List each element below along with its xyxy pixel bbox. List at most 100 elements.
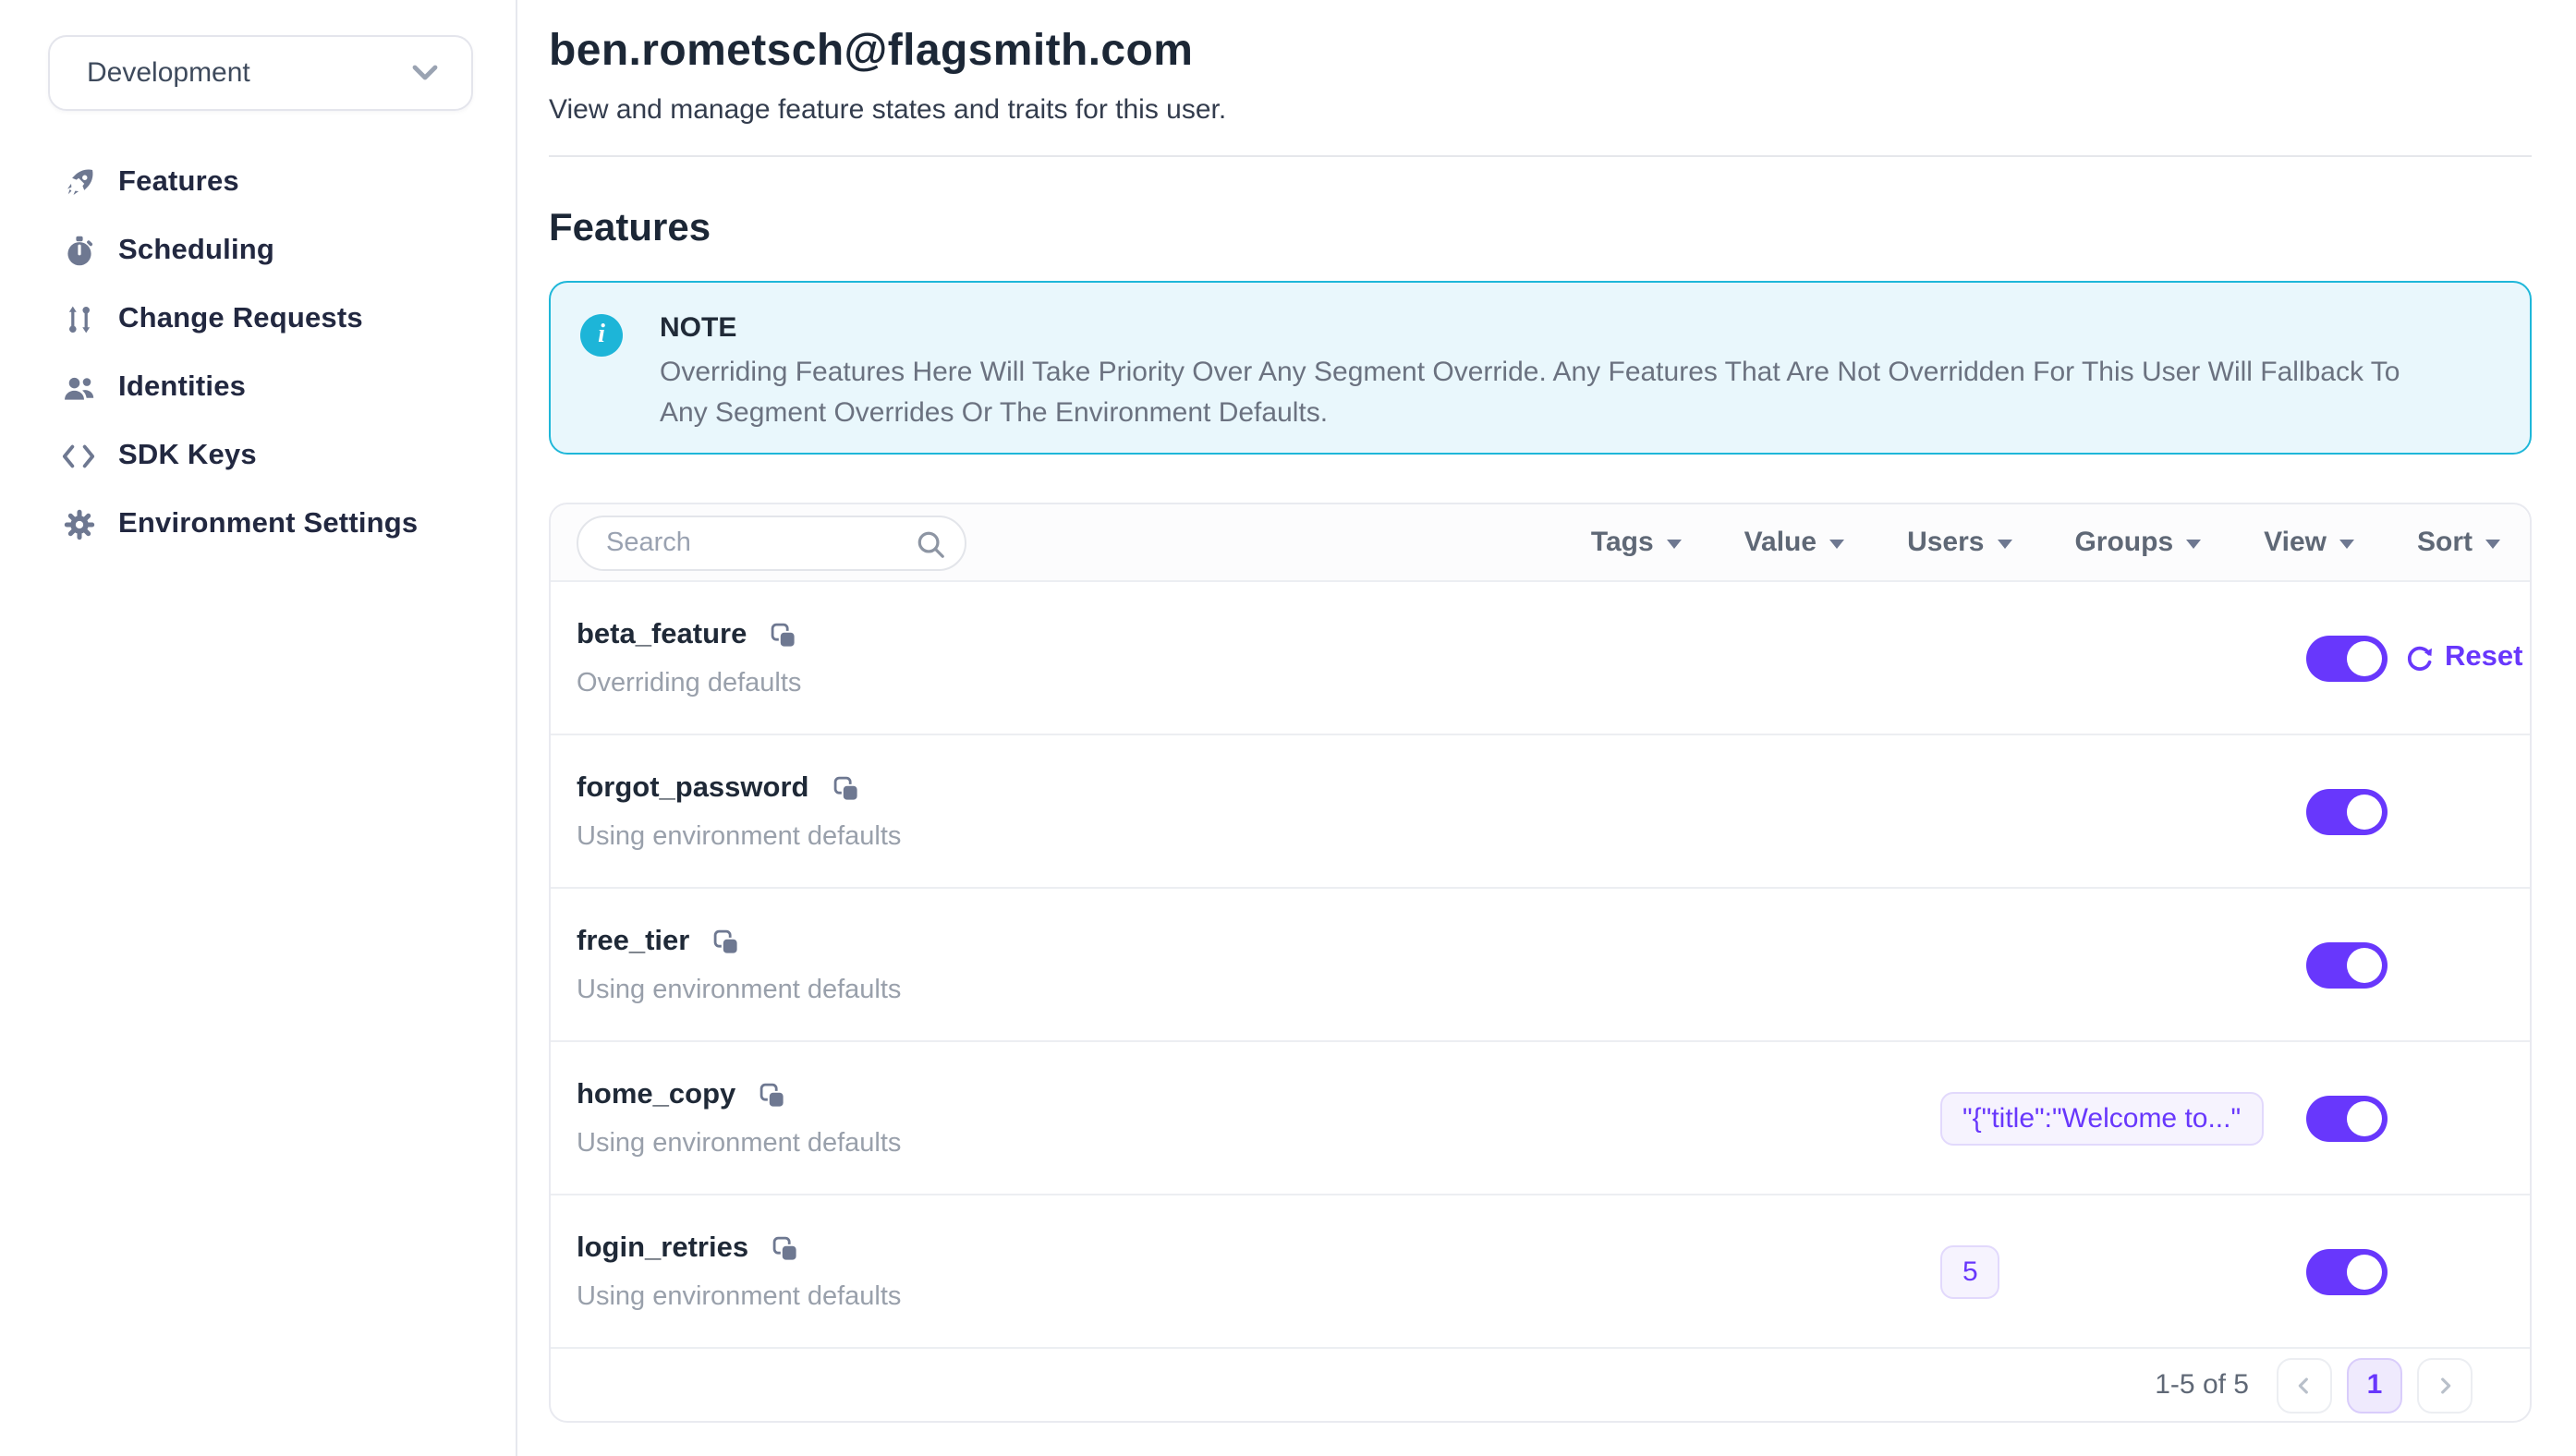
- caret-down-icon: [1667, 540, 1682, 549]
- caret-down-icon: [1829, 540, 1844, 549]
- sidebar-item-label: Features: [118, 165, 239, 199]
- sidebar-item-sdk-keys[interactable]: SDK Keys: [0, 421, 516, 490]
- info-icon: i: [580, 314, 623, 357]
- caret-down-icon: [2186, 540, 2201, 549]
- table-row[interactable]: home_copy Using environment defaults "{"…: [551, 1042, 2530, 1195]
- sidebar-item-change-requests[interactable]: Change Requests: [0, 285, 516, 353]
- chevron-right-icon: [2432, 1372, 2458, 1398]
- row-right: "{"title":"Welcome to...": [1940, 1091, 2530, 1145]
- filter-value[interactable]: Value: [1744, 527, 1844, 558]
- filter-bar: Tags Value Users Groups View Sort: [551, 504, 2530, 582]
- sidebar-item-label: Environment Settings: [118, 507, 418, 540]
- value-column: "{"title":"Welcome to...": [1940, 1091, 2306, 1145]
- feature-info: login_retries Using environment defaults: [577, 1232, 901, 1311]
- note-body: Overriding Features Here Will Take Prior…: [660, 353, 2419, 434]
- search-icon: [915, 528, 946, 568]
- feature-name: free_tier: [577, 925, 689, 958]
- divider: [549, 155, 2532, 157]
- feature-toggle[interactable]: [2306, 1095, 2388, 1141]
- table-row[interactable]: free_tier Using environment defaults: [551, 889, 2530, 1042]
- search-wrap: [577, 515, 966, 570]
- caret-down-icon: [2485, 540, 2500, 549]
- feature-name: home_copy: [577, 1078, 735, 1111]
- chevron-left-icon: [2291, 1372, 2317, 1398]
- pagination: 1-5 of 5 1: [551, 1349, 2530, 1421]
- pagination-prev-button[interactable]: [2277, 1357, 2332, 1413]
- table-row[interactable]: beta_feature Overriding defaults Reset: [551, 582, 2530, 735]
- value-column: 5: [1940, 1244, 2306, 1298]
- caret-down-icon: [1997, 540, 2011, 549]
- copy-icon[interactable]: [771, 622, 796, 648]
- filter-view[interactable]: View: [2264, 527, 2354, 558]
- sidebar-item-scheduling[interactable]: Scheduling: [0, 216, 516, 285]
- identities-icon: [61, 370, 96, 405]
- feature-status: Using environment defaults: [577, 975, 901, 1004]
- feature-status: Using environment defaults: [577, 1281, 901, 1311]
- sidebar: Development Features Scheduling: [0, 0, 517, 1456]
- row-right: [1940, 788, 2530, 834]
- feature-status: Using environment defaults: [577, 821, 901, 851]
- table-row[interactable]: forgot_password Using environment defaul…: [551, 735, 2530, 889]
- feature-toggle[interactable]: [2306, 788, 2388, 834]
- search-input[interactable]: [577, 515, 966, 570]
- feature-toggle[interactable]: [2306, 941, 2388, 988]
- row-right: 5: [1940, 1244, 2530, 1298]
- note-content: NOTE Overriding Features Here Will Take …: [660, 312, 2419, 453]
- row-right: [1940, 941, 2530, 988]
- main-content: ben.rometsch@flagsmith.com View and mana…: [517, 0, 2576, 1456]
- code-icon: [61, 438, 96, 473]
- sidebar-item-features[interactable]: Features: [0, 148, 516, 216]
- page-subtitle: View and manage feature states and trait…: [549, 94, 2532, 126]
- filter-users[interactable]: Users: [1907, 527, 2011, 558]
- feature-info: home_copy Using environment defaults: [577, 1078, 901, 1158]
- change-requests-icon: [61, 301, 96, 336]
- pagination-page-1-button[interactable]: 1: [2347, 1357, 2402, 1413]
- sidebar-nav: Features Scheduling Change Requests Iden…: [0, 148, 516, 558]
- note-callout: i NOTE Overriding Features Here Will Tak…: [549, 281, 2532, 455]
- sidebar-item-label: Identities: [118, 370, 246, 404]
- refresh-icon: [2404, 642, 2436, 673]
- feature-status: Using environment defaults: [577, 1128, 901, 1158]
- app-window: Development Features Scheduling: [0, 0, 2576, 1456]
- sidebar-item-identities[interactable]: Identities: [0, 353, 516, 421]
- sidebar-item-environment-settings[interactable]: Environment Settings: [0, 490, 516, 558]
- copy-icon[interactable]: [832, 775, 858, 801]
- feature-toggle[interactable]: [2306, 1248, 2388, 1294]
- table-row[interactable]: login_retries Using environment defaults…: [551, 1195, 2530, 1349]
- feature-value-chip[interactable]: "{"title":"Welcome to...": [1940, 1091, 2263, 1145]
- feature-info: forgot_password Using environment defaul…: [577, 771, 901, 851]
- feature-toggle[interactable]: [2306, 635, 2388, 681]
- stopwatch-icon: [61, 233, 96, 268]
- filter-sort[interactable]: Sort: [2417, 527, 2500, 558]
- copy-icon[interactable]: [759, 1082, 785, 1108]
- copy-icon[interactable]: [772, 1235, 798, 1261]
- feature-info: free_tier Using environment defaults: [577, 925, 901, 1004]
- sidebar-item-label: Change Requests: [118, 302, 363, 335]
- filter-groups[interactable]: Groups: [2074, 527, 2201, 558]
- note-title: NOTE: [660, 312, 2419, 344]
- filter-tags[interactable]: Tags: [1591, 527, 1682, 558]
- filters: Tags Value Users Groups View Sort: [1591, 527, 2500, 558]
- pagination-summary: 1-5 of 5: [2155, 1369, 2249, 1401]
- environment-selector[interactable]: Development: [48, 35, 473, 111]
- feature-status: Overriding defaults: [577, 668, 801, 698]
- features-panel: Tags Value Users Groups View Sort beta_f…: [549, 503, 2532, 1423]
- reset-button[interactable]: Reset: [2404, 641, 2522, 674]
- feature-info: beta_feature Overriding defaults: [577, 618, 801, 698]
- feature-name: login_retries: [577, 1232, 748, 1265]
- row-right: Reset: [1940, 635, 2530, 681]
- feature-value-chip[interactable]: 5: [1940, 1244, 2000, 1298]
- reset-column: Reset: [2388, 641, 2530, 674]
- sidebar-item-label: SDK Keys: [118, 439, 257, 472]
- pagination-next-button[interactable]: [2417, 1357, 2473, 1413]
- rocket-icon: [61, 164, 96, 200]
- features-section-title: Features: [549, 207, 2532, 251]
- sidebar-item-label: Scheduling: [118, 234, 274, 267]
- caret-down-icon: [2339, 540, 2354, 549]
- gear-icon: [61, 506, 96, 541]
- chevron-down-icon: [412, 56, 438, 90]
- feature-name: beta_feature: [577, 618, 747, 651]
- page-title: ben.rometsch@flagsmith.com: [549, 26, 2532, 78]
- environment-selector-value: Development: [87, 57, 250, 89]
- copy-icon[interactable]: [713, 928, 739, 954]
